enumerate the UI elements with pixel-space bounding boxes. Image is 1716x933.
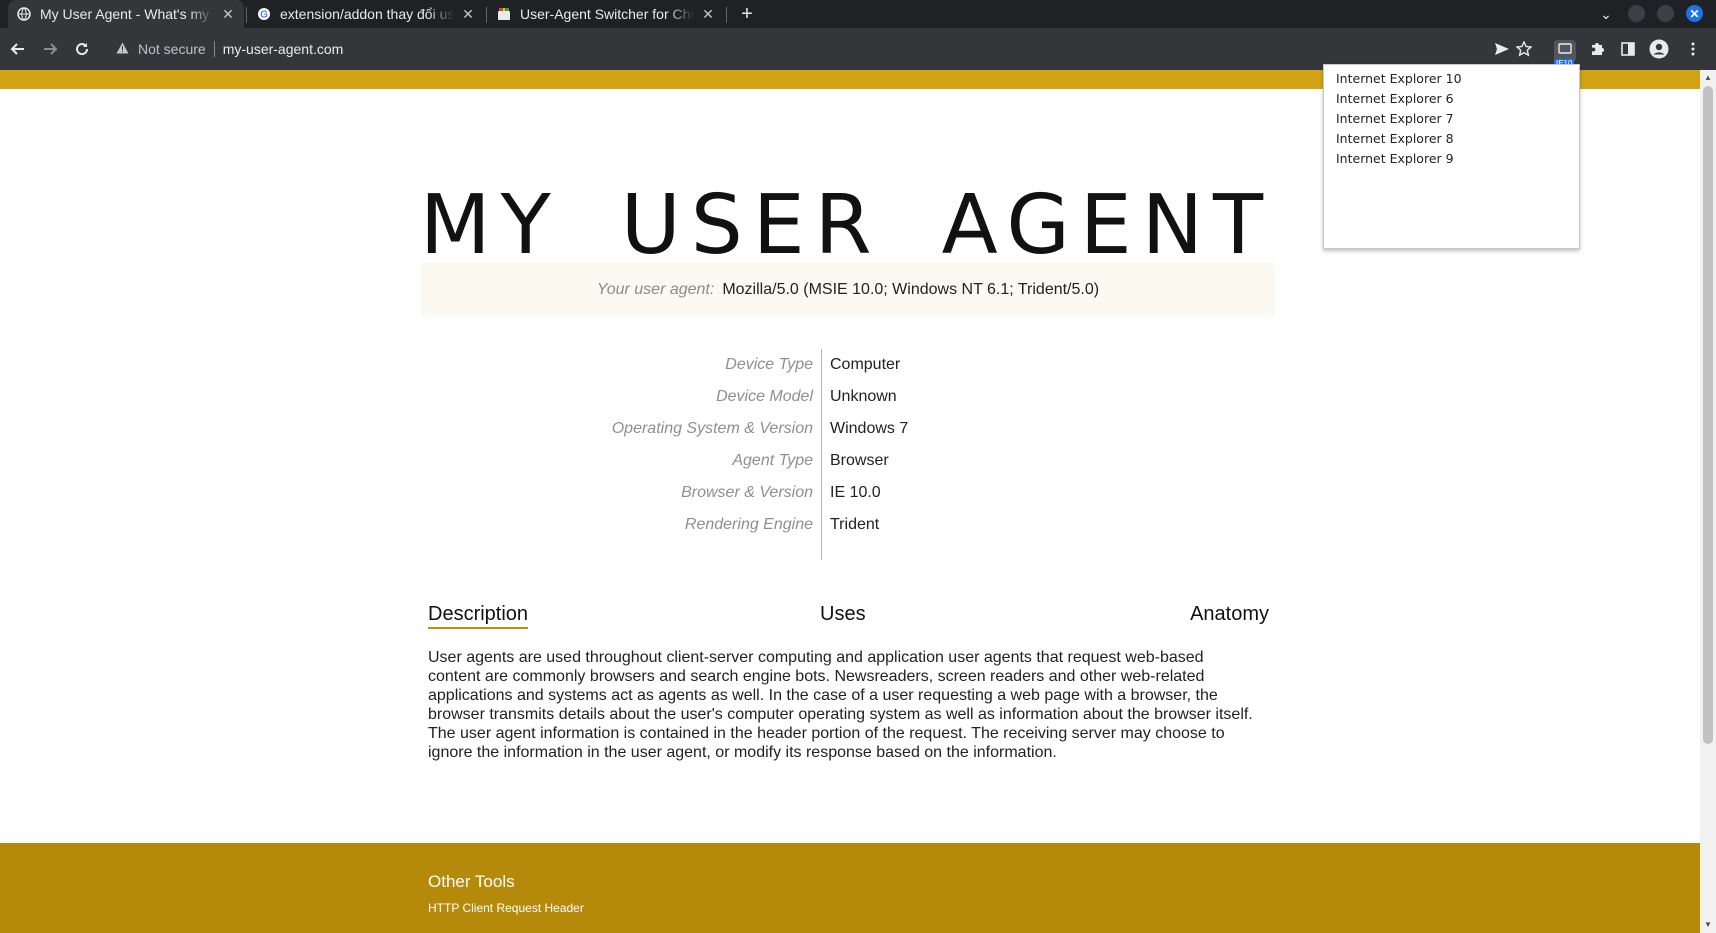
tab-uses[interactable]: Uses (820, 603, 866, 626)
detail-value: Browser (830, 452, 889, 469)
popup-item-ie7[interactable]: Internet Explorer 7 (1336, 109, 1454, 129)
warning-icon[interactable] (116, 42, 132, 57)
tab-my-user-agent[interactable]: My User Agent - What's my user agent? ✕ (8, 0, 244, 28)
footer: Other Tools HTTP Client Request Header (0, 843, 1700, 933)
side-panel-icon[interactable] (1616, 37, 1640, 61)
star-icon[interactable] (1512, 37, 1536, 61)
address-bar[interactable]: Not secure my-user-agent.com (108, 34, 1494, 64)
footer-title: Other Tools (428, 872, 515, 891)
detail-label: Browser & Version (681, 484, 813, 501)
detail-label: Device Model (716, 388, 813, 405)
tab-anatomy[interactable]: Anatomy (1190, 603, 1269, 626)
scrollbar-thumb[interactable] (1703, 86, 1713, 744)
tab-divider (246, 7, 247, 23)
close-window-button[interactable]: ✕ (1686, 5, 1703, 22)
detail-label: Rendering Engine (684, 516, 813, 533)
tab-description[interactable]: Description (428, 603, 529, 629)
ua-value: Mozilla/5.0 (MSIE 10.0; Windows NT 6.1; … (722, 280, 1100, 298)
google-icon: G (256, 6, 272, 22)
tab-title: My User Agent - What's my user agent? (40, 6, 214, 22)
send-icon[interactable] (1490, 37, 1514, 61)
omnibox-divider (213, 41, 215, 57)
reload-icon[interactable] (70, 37, 94, 61)
detail-row-device-model: Device Model Unknown (421, 381, 1275, 413)
browser-tab-strip: My User Agent - What's my user agent? ✕ … (0, 0, 1716, 28)
close-tab-icon[interactable]: ✕ (460, 6, 476, 23)
detail-value: IE 10.0 (830, 484, 881, 501)
detail-label: Device Type (725, 356, 813, 373)
detail-row-os-version: Operating System & Version Windows 7 (421, 413, 1275, 445)
content-tabs: Description Uses Anatomy (428, 603, 1269, 631)
forward-arrow-icon[interactable] (38, 37, 62, 61)
popup-item-ie8[interactable]: Internet Explorer 8 (1336, 129, 1454, 149)
detail-value: Trident (830, 516, 880, 533)
user-agent-box: Your user agent: Mozilla/5.0 (MSIE 10.0;… (421, 263, 1275, 316)
globe-icon (16, 6, 32, 22)
tab-user-agent-switcher[interactable]: User-Agent Switcher for Chrome ✕ (488, 0, 724, 28)
description-text: User agents are used throughout client-s… (428, 649, 1253, 761)
tab-divider (726, 7, 727, 23)
popup-item-ie9[interactable]: Internet Explorer 9 (1336, 149, 1454, 169)
maximize-button[interactable] (1657, 5, 1674, 22)
user-agent-switcher-popup: Internet Explorer 10 Internet Explorer 6… (1323, 64, 1580, 249)
popup-item-ie10[interactable]: Internet Explorer 10 (1336, 69, 1462, 89)
user-agent-switcher-extension-button[interactable]: IE10 (1554, 40, 1576, 68)
tab-extension-addon[interactable]: G extension/addon thay đổi user agent ✕ (248, 0, 484, 28)
tab-divider (486, 7, 487, 23)
detail-label: Operating System & Version (611, 420, 813, 437)
back-arrow-icon[interactable] (6, 37, 30, 61)
new-tab-button[interactable]: + (735, 0, 759, 28)
puzzle-icon[interactable] (1585, 37, 1609, 61)
detail-row-device-type: Device Type Computer (421, 349, 1275, 381)
detail-value: Unknown (830, 388, 897, 405)
security-label[interactable]: Not secure (138, 41, 206, 57)
page-scrollbar[interactable]: ▲ ▼ (1700, 70, 1716, 933)
scroll-down-arrow-icon[interactable]: ▼ (1700, 917, 1716, 933)
kebab-menu-icon[interactable] (1681, 37, 1705, 61)
url-text[interactable]: my-user-agent.com (223, 41, 344, 57)
detail-value: Windows 7 (830, 420, 909, 437)
detail-label: Agent Type (732, 452, 813, 469)
footer-link-http-client-request-header[interactable]: HTTP Client Request Header (428, 901, 584, 915)
tab-title: extension/addon thay đổi user agent (280, 6, 454, 22)
detail-value: Computer (830, 356, 901, 373)
chrome-store-icon (496, 6, 512, 22)
close-tab-icon[interactable]: ✕ (220, 6, 236, 23)
minimize-button[interactable] (1628, 5, 1645, 22)
ua-label: Your user agent: (596, 280, 715, 298)
detail-row-rendering-engine: Rendering Engine Trident (421, 509, 1275, 541)
tab-title: User-Agent Switcher for Chrome (520, 6, 694, 22)
detail-row-agent-type: Agent Type Browser (421, 445, 1275, 477)
svg-text:G: G (260, 10, 268, 21)
close-tab-icon[interactable]: ✕ (700, 6, 716, 23)
popup-item-ie6[interactable]: Internet Explorer 6 (1336, 89, 1454, 109)
scroll-up-arrow-icon[interactable]: ▲ (1700, 70, 1716, 86)
profile-icon[interactable] (1647, 37, 1671, 61)
tab-search-icon[interactable]: ⌄ (1594, 2, 1618, 26)
detail-row-browser-version: Browser & Version IE 10.0 (421, 477, 1275, 509)
